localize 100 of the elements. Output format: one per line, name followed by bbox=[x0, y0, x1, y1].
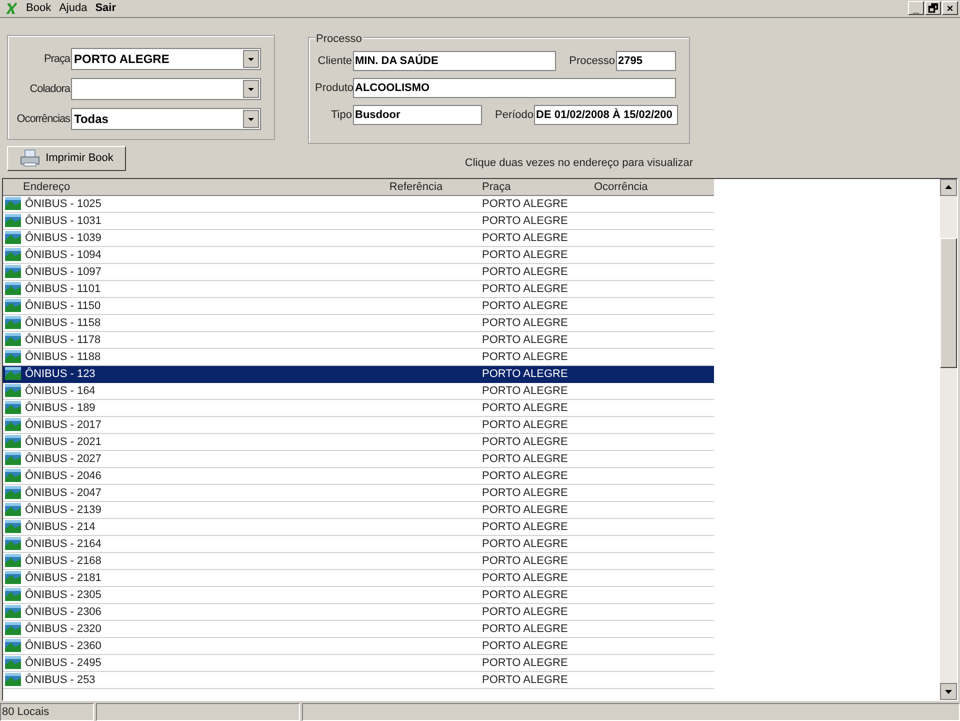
table-row[interactable]: ÔNIBUS - 1031 PORTO ALEGRE bbox=[3, 212, 714, 230]
table-row[interactable]: ÔNIBUS - 2360 PORTO ALEGRE bbox=[3, 638, 714, 655]
text-field[interactable]: DE 01/02/2008 À 15/02/200 bbox=[534, 104, 678, 125]
table-cell-text: PORTO ALEGRE bbox=[482, 230, 568, 246]
table-cell-text: ÔNIBUS - 2495 bbox=[25, 655, 102, 671]
column-header[interactable]: Referência bbox=[351, 178, 482, 195]
table-cell-text: PORTO ALEGRE bbox=[482, 622, 568, 637]
table-cell-text: PORTO ALEGRE bbox=[482, 434, 568, 450]
menu-item[interactable]: Sair bbox=[95, 0, 116, 17]
table-cell-text: PORTO ALEGRE bbox=[482, 486, 568, 501]
table-row[interactable]: ÔNIBUS - 2021 PORTO ALEGRE bbox=[3, 434, 714, 451]
image-icon bbox=[5, 333, 21, 346]
table-cell-text: ÔNIBUS - 2046 bbox=[25, 468, 102, 484]
table-cell-text: ÔNIBUS - 1097 bbox=[25, 264, 102, 280]
table-row[interactable]: ÔNIBUS - 2306 PORTO ALEGRE bbox=[3, 604, 714, 621]
window-control-button[interactable]: × bbox=[942, 1, 958, 16]
table-cell-text: PORTO ALEGRE bbox=[482, 672, 568, 688]
image-icon bbox=[5, 605, 21, 618]
text-field[interactable]: ALCOOLISMO bbox=[353, 78, 676, 98]
table-row[interactable]: ÔNIBUS - 2139 PORTO ALEGRE bbox=[3, 502, 714, 519]
field-label: Processo bbox=[568, 54, 615, 69]
table-row[interactable]: ÔNIBUS - 214 PORTO ALEGRE bbox=[3, 518, 714, 536]
table-cell-text: ÔNIBUS - 1039 bbox=[25, 230, 102, 246]
image-icon bbox=[5, 418, 21, 432]
table-row[interactable]: ÔNIBUS - 253 PORTO ALEGRE bbox=[3, 672, 714, 689]
vertical-scrollbar[interactable] bbox=[940, 178, 957, 700]
menu-item[interactable]: Book bbox=[26, 0, 52, 17]
table-row[interactable]: ÔNIBUS - 1039 PORTO ALEGRE bbox=[3, 230, 714, 247]
dropdown-field[interactable] bbox=[71, 78, 261, 100]
scroll-thumb[interactable] bbox=[940, 238, 957, 368]
table-row[interactable]: ÔNIBUS - 2164 PORTO ALEGRE bbox=[3, 536, 714, 553]
table-row[interactable]: ÔNIBUS - 2320 PORTO ALEGRE bbox=[3, 620, 714, 638]
table-cell-text: PORTO ALEGRE bbox=[482, 316, 568, 331]
scroll-down-icon[interactable] bbox=[940, 683, 957, 700]
dropdown-field[interactable]: Todas bbox=[71, 108, 261, 130]
image-icon bbox=[5, 486, 21, 500]
text-field[interactable]: Busdoor bbox=[353, 104, 482, 125]
table-cell-text: ÔNIBUS - 2164 bbox=[25, 536, 102, 552]
print-button[interactable]: Imprimir Book bbox=[7, 146, 126, 171]
table-cell-text: PORTO ALEGRE bbox=[482, 384, 568, 399]
image-icon bbox=[5, 571, 21, 584]
window-control-button[interactable]: _ bbox=[908, 1, 924, 16]
table-row[interactable]: ÔNIBUS - 2305 PORTO ALEGRE bbox=[3, 586, 714, 604]
table-row[interactable]: ÔNIBUS - 189 PORTO ALEGRE bbox=[3, 400, 714, 417]
table-cell-text: PORTO ALEGRE bbox=[482, 400, 568, 416]
dropdown-field[interactable]: PORTO ALEGRE bbox=[71, 48, 261, 70]
image-icon bbox=[5, 554, 21, 568]
table-cell-text: PORTO ALEGRE bbox=[482, 468, 568, 484]
table-cell-text: ÔNIBUS - 1188 bbox=[25, 349, 101, 365]
table-cell-text: ÔNIBUS - 2017 bbox=[25, 417, 102, 433]
table-row[interactable]: ÔNIBUS - 1178 PORTO ALEGRE bbox=[3, 332, 714, 349]
field-label: Praça bbox=[43, 52, 70, 67]
image-icon bbox=[5, 231, 21, 244]
table-row[interactable]: ÔNIBUS - 2495 PORTO ALEGRE bbox=[3, 654, 714, 672]
table-row[interactable]: ÔNIBUS - 2047 PORTO ALEGRE bbox=[3, 484, 714, 502]
table-row[interactable]: ÔNIBUS - 2181 PORTO ALEGRE bbox=[3, 570, 714, 587]
window-control-button[interactable]: 🗗 bbox=[925, 1, 941, 16]
table-cell-text: ÔNIBUS - 123 bbox=[25, 366, 96, 382]
table-row[interactable]: ÔNIBUS - 2168 PORTO ALEGRE bbox=[3, 552, 714, 570]
table-cell-text: ÔNIBUS - 2047 bbox=[25, 485, 102, 501]
table-cell-text: PORTO ALEGRE bbox=[482, 520, 568, 535]
table-cell-text: PORTO ALEGRE bbox=[482, 332, 568, 348]
table-row[interactable]: ÔNIBUS - 1150 PORTO ALEGRE bbox=[3, 298, 714, 315]
scroll-up-icon[interactable] bbox=[940, 178, 957, 196]
table-cell-text: PORTO ALEGRE bbox=[482, 196, 568, 212]
table-row[interactable]: ÔNIBUS - 2017 PORTO ALEGRE bbox=[3, 416, 714, 434]
table-row[interactable]: ÔNIBUS - 2027 PORTO ALEGRE bbox=[3, 450, 714, 468]
table-cell-text: ÔNIBUS - 189 bbox=[25, 400, 96, 416]
image-icon bbox=[5, 622, 21, 636]
image-icon bbox=[5, 537, 21, 550]
text-field[interactable]: 2795 bbox=[616, 50, 676, 71]
table-cell-text: PORTO ALEGRE bbox=[482, 418, 568, 433]
table-cell-text: ÔNIBUS - 164 bbox=[25, 383, 96, 399]
table-row[interactable]: ÔNIBUS - 1097 PORTO ALEGRE bbox=[3, 264, 714, 281]
table-cell-text: PORTO ALEGRE bbox=[482, 282, 568, 297]
table-row[interactable]: ÔNIBUS - 123 PORTO ALEGRE bbox=[3, 366, 714, 383]
table-row[interactable]: ÔNIBUS - 1158 PORTO ALEGRE bbox=[3, 314, 714, 332]
menu-item[interactable]: Ajuda bbox=[59, 0, 88, 17]
column-header[interactable]: Endereço bbox=[3, 178, 351, 195]
image-icon bbox=[5, 197, 21, 210]
table-row[interactable]: ÔNIBUS - 1094 PORTO ALEGRE bbox=[3, 246, 714, 264]
printer-icon bbox=[20, 149, 40, 168]
table-row[interactable]: ÔNIBUS - 1101 PORTO ALEGRE bbox=[3, 280, 714, 298]
field-label: Tipo bbox=[330, 108, 352, 123]
table-cell-text: ÔNIBUS - 2360 bbox=[25, 638, 102, 654]
table-cell-text: PORTO ALEGRE bbox=[482, 536, 568, 552]
table-row[interactable]: ÔNIBUS - 164 PORTO ALEGRE bbox=[3, 382, 714, 400]
text-field[interactable]: MIN. DA SAÚDE bbox=[353, 50, 556, 71]
table-cell-text: PORTO ALEGRE bbox=[482, 298, 568, 314]
image-icon bbox=[5, 265, 21, 278]
table-cell-text: ÔNIBUS - 2306 bbox=[25, 604, 102, 620]
table-row[interactable]: ÔNIBUS - 2046 PORTO ALEGRE bbox=[3, 468, 714, 485]
table-cell-text: PORTO ALEGRE bbox=[482, 264, 568, 280]
column-header[interactable]: Praça bbox=[482, 178, 594, 195]
table-cell-text: ÔNIBUS - 214 bbox=[25, 519, 96, 535]
app-logo-icon bbox=[4, 1, 18, 16]
table-row[interactable]: ÔNIBUS - 1025 PORTO ALEGRE bbox=[3, 196, 714, 213]
image-icon bbox=[5, 503, 21, 516]
column-header[interactable]: Ocorrência bbox=[594, 178, 714, 195]
hint-text: Clique duas vezes no endereço para visualizar bbox=[464, 156, 693, 171]
